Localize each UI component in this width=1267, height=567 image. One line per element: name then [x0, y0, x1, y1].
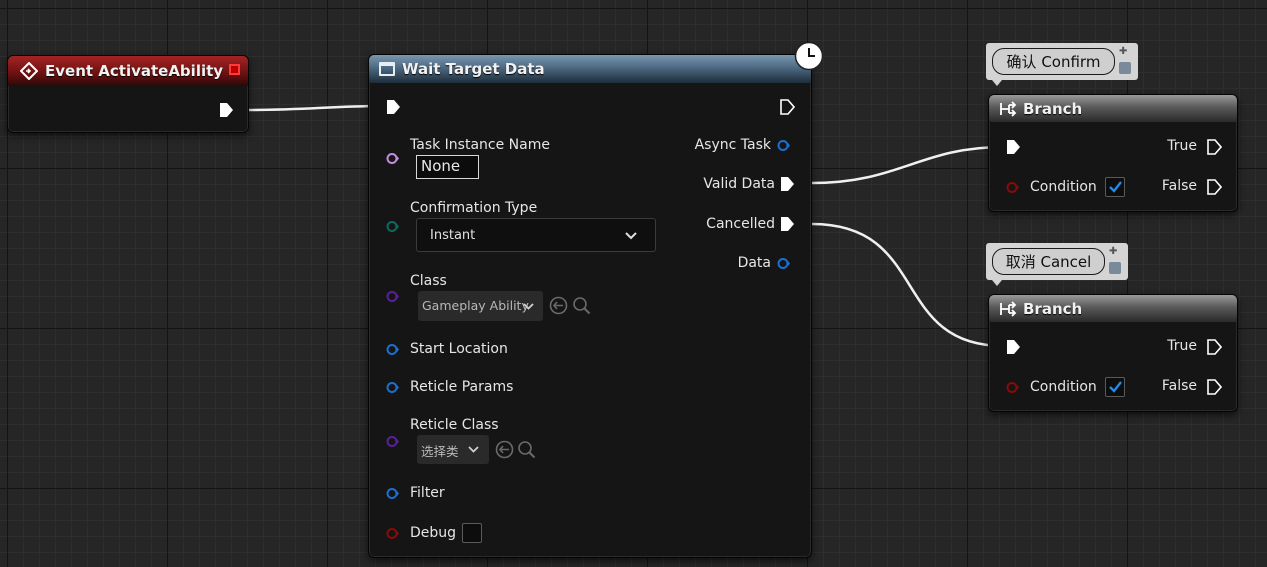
use-selected-arrow-icon[interactable] — [495, 440, 514, 459]
debug-label: Debug — [410, 525, 457, 541]
wait-exec-in-pin[interactable] — [385, 99, 401, 115]
wait-node-header[interactable]: Wait Target Data — [369, 55, 811, 83]
async-task-pin[interactable] — [777, 139, 790, 152]
delegate-pin-icon[interactable] — [229, 64, 240, 75]
branch-confirm-condition-checkbox[interactable] — [1105, 177, 1125, 197]
branch-cancel-condition-label: Condition — [1030, 379, 1097, 395]
branch-cancel-exec-in-pin[interactable] — [1005, 339, 1021, 355]
debug-checkbox[interactable] — [462, 523, 482, 543]
reticle-params-label: Reticle Params — [410, 379, 514, 395]
reticle-class-value: 选择类 — [421, 444, 459, 459]
class-value: Gameplay Ability — [422, 298, 529, 313]
branch-cancel-false-label: False — [1161, 378, 1197, 394]
branch-cancel-header[interactable]: Branch — [989, 295, 1237, 322]
branch-cancel-title: Branch — [1023, 299, 1083, 318]
confirm-comment-text: 确认 Confirm — [992, 48, 1115, 75]
event-node-title: Event ActivateAbility — [45, 62, 224, 80]
branch-confirm-false-label: False — [1161, 178, 1197, 194]
confirmation-type-dropdown[interactable]: Instant — [416, 218, 656, 252]
wait-target-data-node[interactable]: Wait Target Data Task Instance Name None… — [368, 41, 824, 558]
task-instance-name-input[interactable]: None — [416, 155, 479, 179]
pin-comment-icon[interactable]: ✚ — [1119, 46, 1127, 57]
class-pin[interactable] — [386, 290, 399, 303]
confirm-comment-bubble[interactable]: 确认 Confirm ✚ — [986, 43, 1138, 86]
class-picker[interactable]: Gameplay Ability — [418, 291, 543, 321]
event-node-header[interactable]: Event ActivateAbility — [8, 56, 248, 86]
branch-confirm-true-pin[interactable] — [1206, 139, 1222, 155]
debug-pin[interactable] — [386, 527, 399, 540]
browse-search-icon[interactable] — [572, 296, 591, 315]
cancel-comment-text: 取消 Cancel — [992, 248, 1105, 275]
chevron-down-icon — [523, 303, 534, 310]
data-pin[interactable] — [777, 257, 790, 270]
async-task-label: Async Task — [694, 137, 771, 153]
branch-icon — [1000, 300, 1017, 317]
task-instance-name-value: None — [421, 157, 461, 175]
exec-wire-cancelled-to-branch — [811, 222, 1005, 348]
cancel-comment-bubble[interactable]: 取消 Cancel ✚ — [986, 243, 1128, 286]
comment-more-icon[interactable] — [1109, 262, 1121, 274]
data-label: Data — [737, 255, 771, 271]
confirmation-type-value: Instant — [430, 228, 476, 243]
event-diamond-icon — [20, 62, 38, 80]
class-label: Class — [410, 273, 447, 289]
branch-confirm-title: Branch — [1023, 99, 1083, 118]
confirmation-type-label: Confirmation Type — [410, 200, 538, 216]
start-location-pin[interactable] — [386, 343, 399, 356]
task-instance-name-pin[interactable] — [386, 152, 399, 165]
reticle-class-label: Reticle Class — [410, 417, 499, 433]
confirmation-type-pin[interactable] — [386, 220, 399, 233]
comment-more-icon[interactable] — [1119, 62, 1131, 74]
branch-confirm-header[interactable]: Branch — [989, 95, 1237, 122]
chevron-down-icon — [625, 232, 637, 240]
browse-search-icon[interactable] — [517, 440, 536, 459]
pin-comment-icon[interactable]: ✚ — [1109, 246, 1117, 257]
cancelled-label: Cancelled — [706, 216, 775, 232]
branch-cancel-false-pin[interactable] — [1206, 379, 1222, 395]
event-exec-out-pin[interactable] — [218, 102, 234, 118]
cancelled-exec-pin[interactable] — [779, 216, 795, 232]
valid-data-exec-pin[interactable] — [779, 176, 795, 192]
valid-data-label: Valid Data — [703, 176, 775, 192]
reticle-params-pin[interactable] — [386, 381, 399, 394]
branch-cancel-true-label: True — [1167, 338, 1197, 354]
reticle-class-pin[interactable] — [386, 435, 399, 448]
branch-icon — [1000, 100, 1017, 117]
filter-pin[interactable] — [386, 487, 399, 500]
branch-confirm-condition-label: Condition — [1030, 179, 1097, 195]
branch-cancel-condition-pin[interactable] — [1006, 381, 1019, 394]
branch-confirm-condition-pin[interactable] — [1006, 181, 1019, 194]
checkmark-icon — [1109, 381, 1122, 393]
use-selected-arrow-icon[interactable] — [549, 296, 568, 315]
branch-confirm-exec-in-pin[interactable] — [1005, 139, 1021, 155]
branch-cancel-true-pin[interactable] — [1206, 339, 1222, 355]
filter-label: Filter — [410, 485, 445, 501]
checkmark-icon — [1109, 181, 1122, 193]
chevron-down-icon — [468, 446, 479, 453]
comment-tail — [992, 80, 1002, 86]
start-location-label: Start Location — [410, 341, 508, 357]
latent-clock-icon — [794, 41, 824, 71]
exec-wire-event-to-wait — [247, 104, 387, 112]
branch-confirm-node[interactable]: Branch True Condition False — [988, 94, 1238, 212]
branch-cancel-condition-checkbox[interactable] — [1105, 377, 1125, 397]
branch-cancel-node[interactable]: Branch True Condition False — [988, 294, 1238, 412]
comment-tail — [992, 280, 1002, 286]
reticle-class-picker[interactable]: 选择类 — [417, 435, 489, 464]
wait-exec-out-pin[interactable] — [779, 99, 795, 115]
function-node-icon — [379, 62, 395, 76]
task-instance-name-label: Task Instance Name — [410, 137, 550, 153]
branch-confirm-false-pin[interactable] — [1206, 179, 1222, 195]
branch-confirm-true-label: True — [1167, 138, 1197, 154]
event-activate-ability-node[interactable]: Event ActivateAbility — [7, 55, 249, 133]
wait-node-title: Wait Target Data — [402, 60, 545, 78]
exec-wire-valid-data-to-branch — [811, 145, 1005, 185]
